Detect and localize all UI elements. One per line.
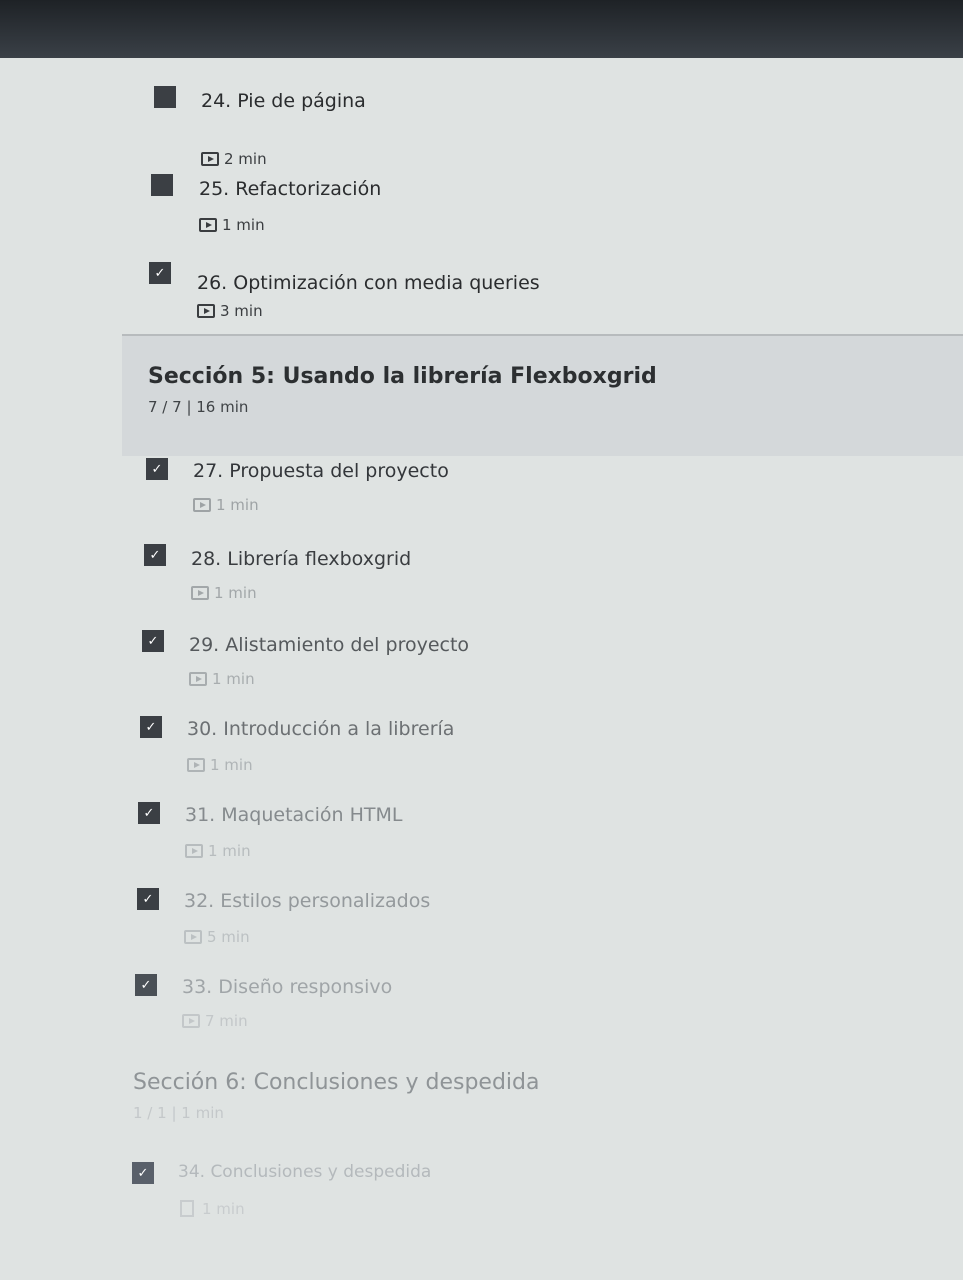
lecture-duration: 1 min [199, 216, 265, 234]
lecture-title: 24. Pie de página [201, 90, 366, 112]
video-icon [197, 304, 215, 318]
duration-label: 5 min [207, 928, 250, 946]
lecture-duration: 1 min [187, 756, 253, 774]
lecture-item-26[interactable]: ✓ 26. Optimización con media queries 3 m… [0, 258, 963, 338]
check-icon: ✓ [154, 265, 166, 280]
checkbox-icon[interactable] [151, 174, 173, 196]
duration-label: 1 min [210, 756, 253, 774]
video-icon [182, 1014, 200, 1028]
check-icon: ✓ [143, 805, 155, 820]
video-icon [187, 758, 205, 772]
lecture-item-27[interactable]: ✓ 27. Propuesta del proyecto 1 min [0, 454, 963, 534]
section-progress: 7 / 7 | 16 min [148, 398, 249, 416]
check-icon: ✓ [145, 719, 157, 734]
check-icon: ✓ [149, 547, 161, 562]
lecture-duration: 7 min [182, 1012, 248, 1030]
lecture-duration: 1 min [180, 1200, 245, 1218]
lecture-title: 33. Diseño responsivo [182, 976, 393, 998]
lecture-title: 29. Alistamiento del proyecto [189, 634, 470, 656]
checkbox-icon[interactable]: ✓ [135, 974, 157, 996]
lecture-item-33[interactable]: ✓ 33. Diseño responsivo 7 min [0, 970, 963, 1050]
video-icon [191, 586, 209, 600]
duration-label: 1 min [214, 584, 257, 602]
video-icon [185, 844, 203, 858]
lecture-item-31[interactable]: ✓ 31. Maquetación HTML 1 min [0, 798, 963, 878]
section-title[interactable]: Sección 5: Usando la librería Flexboxgri… [148, 364, 657, 389]
checkbox-icon[interactable]: ✓ [149, 262, 171, 284]
lecture-duration: 2 min [201, 150, 267, 168]
duration-label: 1 min [212, 670, 255, 688]
section-header-band[interactable] [122, 334, 963, 456]
lecture-title: 25. Refactorización [199, 178, 382, 200]
lecture-item-28[interactable]: ✓ 28. Librería flexboxgrid 1 min [0, 540, 963, 620]
lecture-item-29[interactable]: ✓ 29. Alistamiento del proyecto 1 min [0, 626, 963, 706]
lecture-title: 26. Optimización con media queries [197, 272, 540, 294]
checkbox-icon[interactable]: ✓ [132, 1162, 154, 1184]
course-curriculum-panel: 24. Pie de página 2 min 25. Refactorizac… [0, 58, 963, 1280]
doc-icon [180, 1200, 194, 1217]
lecture-title: 32. Estilos personalizados [184, 890, 431, 912]
lecture-duration: 1 min [189, 670, 255, 688]
check-icon: ✓ [151, 461, 163, 476]
lecture-title: 27. Propuesta del proyecto [193, 460, 449, 482]
checkbox-icon[interactable]: ✓ [138, 802, 160, 824]
lecture-title: 28. Librería flexboxgrid [191, 548, 412, 570]
checkbox-icon[interactable] [154, 86, 176, 108]
lecture-item-32[interactable]: ✓ 32. Estilos personalizados 5 min [0, 884, 963, 964]
lecture-duration: 1 min [185, 842, 251, 860]
video-icon [201, 152, 219, 166]
duration-label: 3 min [220, 302, 263, 320]
lecture-title: 30. Introducción a la librería [187, 718, 455, 740]
video-icon [193, 498, 211, 512]
video-icon [189, 672, 207, 686]
duration-label: 1 min [202, 1200, 245, 1218]
checkbox-icon[interactable]: ✓ [144, 544, 166, 566]
lecture-item-25[interactable]: 25. Refactorización 1 min [0, 170, 963, 250]
checkbox-icon[interactable]: ✓ [142, 630, 164, 652]
section-title[interactable]: Sección 6: Conclusiones y despedida [133, 1070, 539, 1095]
duration-label: 7 min [205, 1012, 248, 1030]
checkbox-icon[interactable]: ✓ [146, 458, 168, 480]
video-icon [199, 218, 217, 232]
lecture-duration: 3 min [197, 302, 263, 320]
duration-label: 1 min [216, 496, 259, 514]
lecture-duration: 5 min [184, 928, 250, 946]
check-icon: ✓ [147, 633, 159, 648]
lecture-duration: 1 min [191, 584, 257, 602]
screen-bezel [0, 0, 963, 58]
lecture-item-24[interactable]: 24. Pie de página 2 min [0, 82, 963, 168]
duration-label: 2 min [224, 150, 267, 168]
lecture-duration: 1 min [193, 496, 259, 514]
checkbox-icon[interactable]: ✓ [140, 716, 162, 738]
duration-label: 1 min [222, 216, 265, 234]
lecture-title: 34. Conclusiones y despedida [178, 1162, 432, 1182]
section-progress: 1 / 1 | 1 min [133, 1104, 224, 1122]
video-icon [184, 930, 202, 944]
lecture-title: 31. Maquetación HTML [185, 804, 403, 826]
duration-label: 1 min [208, 842, 251, 860]
lecture-item-34[interactable]: ✓ 34. Conclusiones y despedida 1 min [0, 1158, 963, 1238]
check-icon: ✓ [140, 977, 152, 992]
check-icon: ✓ [137, 1165, 149, 1180]
lecture-item-30[interactable]: ✓ 30. Introducción a la librería 1 min [0, 712, 963, 792]
checkbox-icon[interactable]: ✓ [137, 888, 159, 910]
check-icon: ✓ [142, 891, 154, 906]
